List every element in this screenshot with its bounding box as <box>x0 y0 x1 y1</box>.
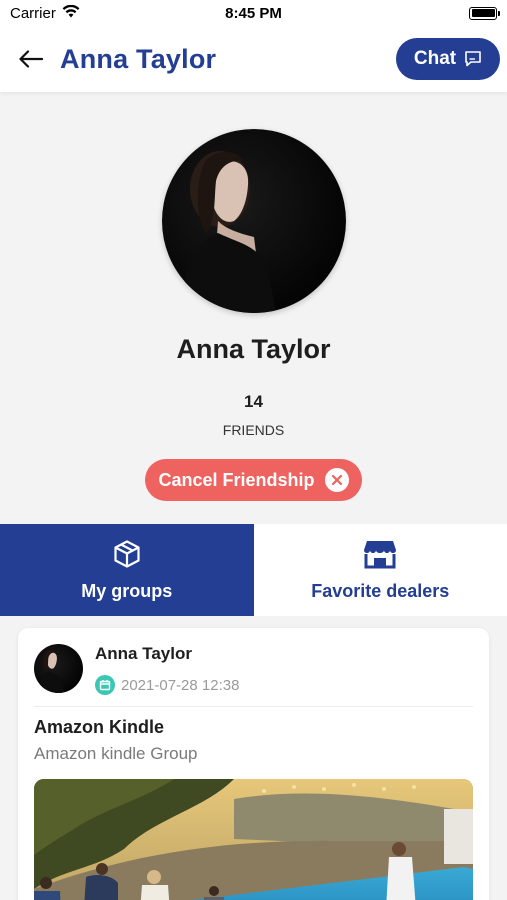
close-circle-icon <box>324 468 349 492</box>
chat-button[interactable]: Chat <box>396 38 500 80</box>
app-header: Anna Taylor Chat <box>0 26 507 92</box>
post-subtitle: Amazon kindle Group <box>34 744 198 763</box>
tab-favorite-dealers-label: Favorite dealers <box>311 580 450 601</box>
profile-avatar <box>162 129 346 313</box>
post-author-name: Anna Taylor <box>95 644 192 663</box>
status-left: Carrier <box>10 4 80 22</box>
status-bar: Carrier 8:45 PM <box>0 0 507 26</box>
profile-name: Anna Taylor <box>176 334 331 364</box>
cancel-friendship-button[interactable]: Cancel Friendship <box>145 459 362 501</box>
page-title: Anna Taylor <box>60 43 217 74</box>
post-author-avatar <box>34 644 83 693</box>
battery-icon <box>469 6 500 20</box>
post-date: 2021-07-28 12:38 <box>121 676 240 694</box>
store-icon <box>364 540 397 568</box>
back-button[interactable] <box>18 46 44 72</box>
chat-icon <box>465 51 481 67</box>
tab-my-groups[interactable]: My groups <box>0 524 254 616</box>
tab-bar: My groups Favorite dealers <box>0 524 507 616</box>
post-title: Amazon Kindle <box>34 717 165 737</box>
box-icon <box>114 539 140 568</box>
screen: Carrier 8:45 PM Anna Taylor Chat Anna Ta… <box>0 0 507 900</box>
cancel-friendship-label: Cancel Friendship <box>158 469 315 490</box>
arrow-left-icon <box>19 50 43 68</box>
post-image[interactable] <box>34 779 473 900</box>
wifi-icon <box>62 4 80 22</box>
tab-favorite-dealers[interactable]: Favorite dealers <box>253 524 507 616</box>
tab-my-groups-label: My groups <box>81 580 173 601</box>
calendar-icon <box>95 675 115 695</box>
carrier-label: Carrier <box>10 4 56 22</box>
post-date-row: 2021-07-28 12:38 <box>95 675 239 695</box>
chat-button-label: Chat <box>413 48 457 69</box>
friends-label: FRIENDS <box>222 422 285 438</box>
post-card[interactable]: Anna Taylor 2021-07-28 12:38 Amazon Kind… <box>18 628 489 900</box>
friends-count: 14 <box>244 392 263 411</box>
divider <box>34 706 473 707</box>
